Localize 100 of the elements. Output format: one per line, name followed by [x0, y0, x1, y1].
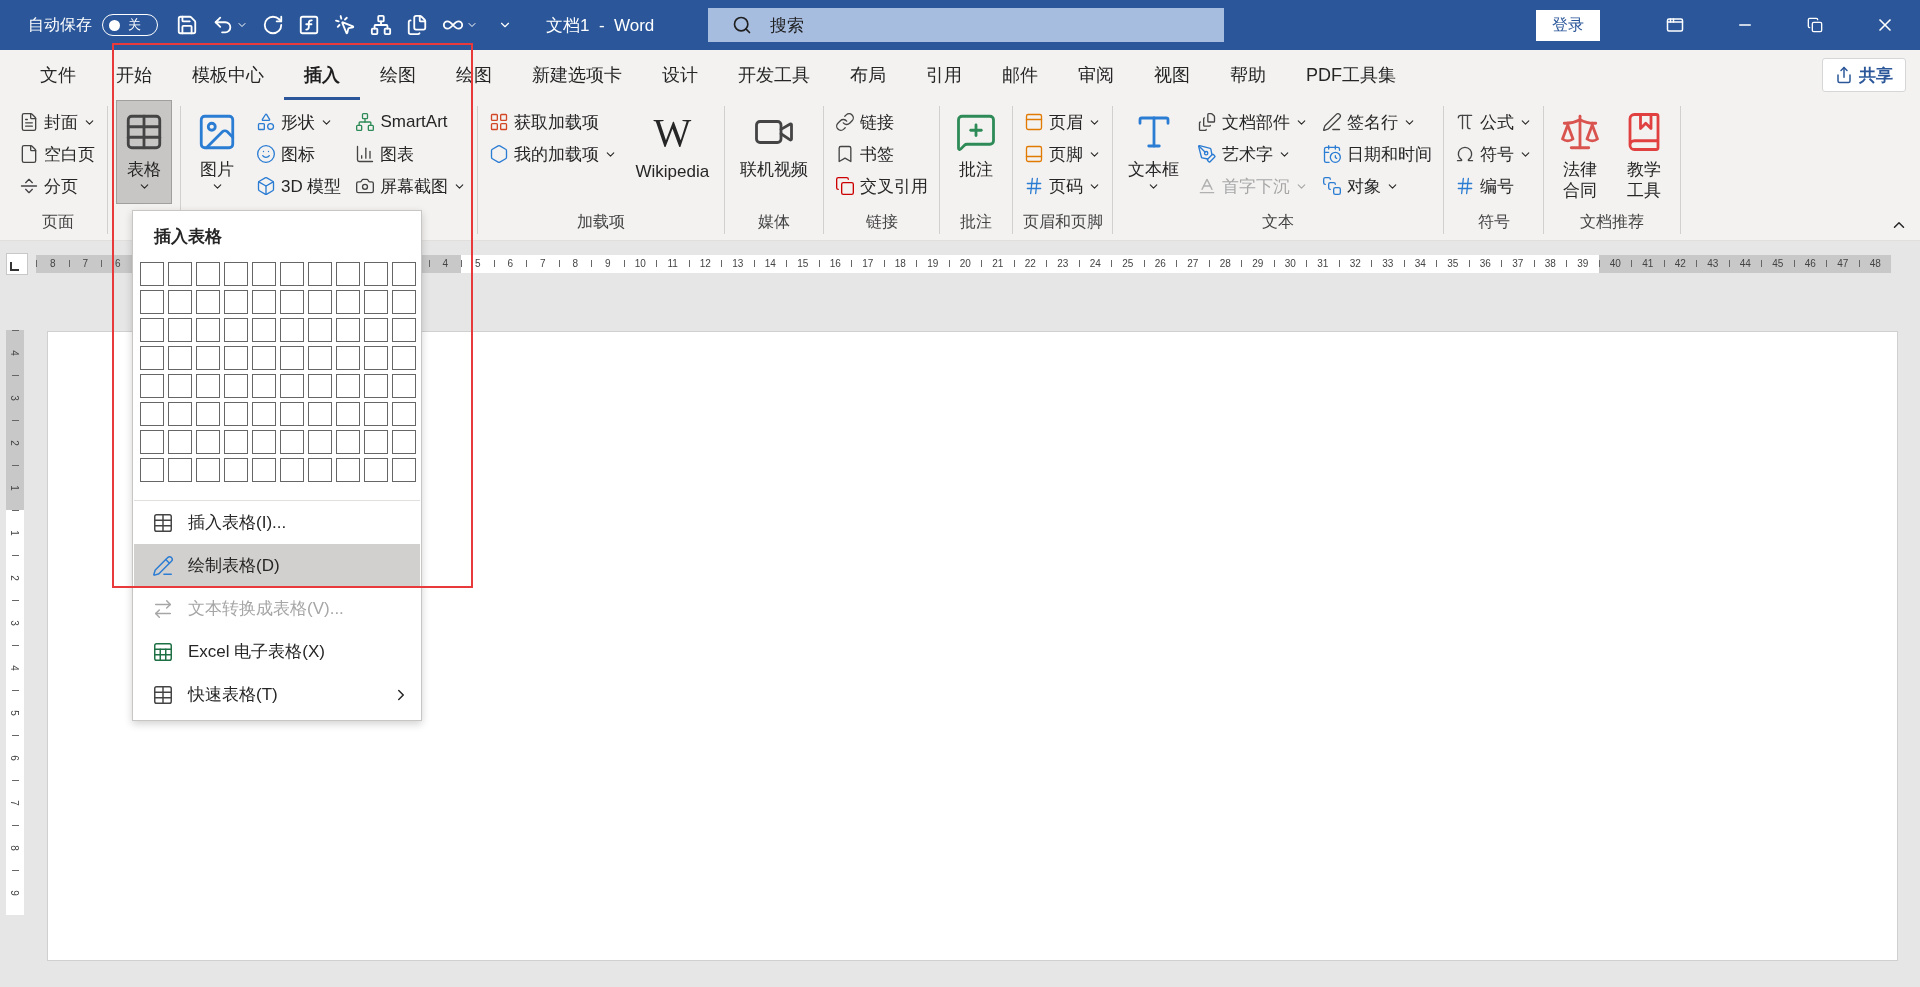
window-title: 文档1 - Word — [546, 14, 655, 37]
ribbon-tab[interactable]: 开发工具 — [718, 50, 830, 100]
ruler-number: 17 — [861, 258, 875, 269]
ruler-number: 27 — [1186, 258, 1200, 269]
ruler-number: 39 — [1576, 258, 1590, 269]
ribbon-button[interactable]: 文档部件 — [1194, 108, 1312, 136]
undo-icon[interactable] — [212, 14, 234, 36]
ruler-number: 29 — [1251, 258, 1265, 269]
ribbon-button[interactable]: W Wikipedia — [628, 100, 717, 204]
ribbon-tab[interactable]: 引用 — [906, 50, 982, 100]
ribbon-button[interactable]: 艺术字 — [1194, 140, 1312, 168]
ribbon-tab[interactable]: 布局 — [830, 50, 906, 100]
page-break-icon — [19, 176, 39, 196]
ribbon-tab[interactable]: 邮件 — [982, 50, 1058, 100]
ribbon-button[interactable]: 图标 — [253, 140, 345, 168]
ribbon-tab[interactable]: 新建选项卡 — [512, 50, 642, 100]
ribbon-tab[interactable]: 开始 — [96, 50, 172, 100]
ruler-number: 2 — [8, 440, 22, 446]
ribbon-button[interactable]: 页眉 — [1021, 108, 1105, 136]
ruler-number: 47 — [1836, 258, 1850, 269]
ribbon-button[interactable]: 法律合同 — [1552, 100, 1609, 204]
ruler-number: 21 — [991, 258, 1005, 269]
ribbon-button[interactable]: 书签 — [832, 140, 932, 168]
search-field[interactable]: 搜索 — [708, 8, 1225, 42]
ribbon-button[interactable]: 分页 — [16, 172, 99, 200]
ruler-number: 7 — [538, 258, 547, 269]
ribbon-button[interactable]: 我的加载项 — [486, 140, 621, 168]
share-icon — [1835, 66, 1853, 84]
ribbon-button[interactable]: 联机视频 — [733, 100, 816, 204]
ribbon-tab[interactable]: 绘图 — [436, 50, 512, 100]
ribbon-tab[interactable]: 帮助 — [1210, 50, 1286, 100]
ribbon-button[interactable]: 表格 — [116, 100, 172, 204]
share-button[interactable]: 共享 — [1822, 58, 1906, 92]
ruler-number: 8 — [48, 258, 57, 269]
autosave-label: 自动保存 — [28, 14, 92, 35]
ruler-number: 19 — [926, 258, 940, 269]
ruler-number: 6 — [506, 258, 515, 269]
group-label: 批注 — [959, 212, 994, 232]
ribbon-button[interactable]: 教学工具 — [1616, 100, 1673, 204]
ribbon-button[interactable]: 链接 — [832, 108, 932, 136]
ruler-number: 4 — [441, 258, 450, 269]
menu-item[interactable]: 快速表格(T) — [134, 673, 420, 716]
ribbon-display-icon[interactable] — [1666, 16, 1684, 34]
omega-icon — [1455, 144, 1476, 164]
ribbon-tab[interactable]: 绘图 — [360, 50, 436, 100]
face-icon — [256, 144, 276, 164]
menu-item[interactable]: 插入表格(I)... — [134, 501, 420, 544]
function-icon[interactable] — [298, 14, 320, 36]
ruler-number: 6 — [8, 755, 22, 761]
ribbon-button[interactable]: 编号 — [1452, 172, 1536, 200]
ribbon-button[interactable]: 页脚 — [1021, 140, 1105, 168]
ribbon-button[interactable]: 对象 — [1319, 172, 1436, 200]
ribbon-button[interactable]: 符号 — [1452, 140, 1536, 168]
ribbon-button[interactable]: 交叉引用 — [832, 172, 932, 200]
ribbon-tab[interactable]: 审阅 — [1058, 50, 1134, 100]
diagram-icon[interactable] — [370, 14, 392, 36]
pointer-icon[interactable] — [334, 14, 356, 36]
ribbon-button[interactable]: 页码 — [1021, 172, 1105, 200]
ribbon-button[interactable]: SmartArt — [352, 108, 470, 136]
ribbon-button[interactable]: 公式 — [1452, 108, 1536, 136]
restore-icon[interactable] — [1807, 17, 1823, 33]
redo-icon[interactable] — [262, 14, 284, 36]
ruler-number: 24 — [1088, 258, 1102, 269]
ribbon-button[interactable]: 获取加载项 — [486, 108, 621, 136]
ruler-number: 5 — [8, 710, 22, 716]
ribbon-button[interactable]: 3D 模型 — [253, 172, 345, 200]
ruler-number: 31 — [1316, 258, 1330, 269]
ruler-number: 1 — [8, 530, 22, 536]
menu-item[interactable]: Excel 电子表格(X) — [134, 630, 420, 673]
save-icon[interactable] — [176, 14, 198, 36]
ruler-number: 18 — [893, 258, 907, 269]
document-icon[interactable] — [406, 14, 428, 36]
ribbon-tab[interactable]: 模板中心 — [172, 50, 284, 100]
footer-icon — [1024, 144, 1045, 164]
ribbon-tab[interactable]: 视图 — [1134, 50, 1210, 100]
ribbon-button[interactable]: 批注 — [948, 100, 1005, 204]
menu-item[interactable]: 绘制表格(D) — [134, 544, 420, 587]
ruler-number: 13 — [731, 258, 745, 269]
ribbon-tab[interactable]: 设计 — [642, 50, 718, 100]
cube-icon — [256, 176, 276, 196]
diagram-icon — [355, 112, 376, 132]
ruler-number: 41 — [1641, 258, 1655, 269]
ribbon-button[interactable]: 空白页 — [16, 140, 99, 168]
ribbon-button[interactable]: 文本框 — [1121, 100, 1187, 204]
ribbon-button[interactable]: 日期和时间 — [1319, 140, 1436, 168]
ribbon-button[interactable]: 签名行 — [1319, 108, 1436, 136]
ruler-number: 34 — [1413, 258, 1427, 269]
ribbon-tab[interactable]: 文件 — [20, 50, 96, 100]
ribbon-button[interactable]: 图片 — [189, 100, 245, 204]
ribbon-button[interactable]: 封面 — [16, 108, 99, 136]
page-icon — [19, 112, 39, 132]
tab-stop-selector[interactable] — [6, 252, 28, 275]
ribbon-button[interactable]: 屏幕截图 — [352, 172, 470, 200]
ruler-number: 38 — [1543, 258, 1557, 269]
login-button[interactable]: 登录 — [1536, 9, 1600, 41]
ribbon-button[interactable]: 图表 — [352, 140, 470, 168]
ruler-number: 4 — [8, 665, 22, 671]
ribbon-tab[interactable]: PDF工具集 — [1286, 50, 1416, 100]
ribbon-button[interactable]: 形状 — [253, 108, 345, 136]
ruler-number: 9 — [8, 890, 22, 896]
